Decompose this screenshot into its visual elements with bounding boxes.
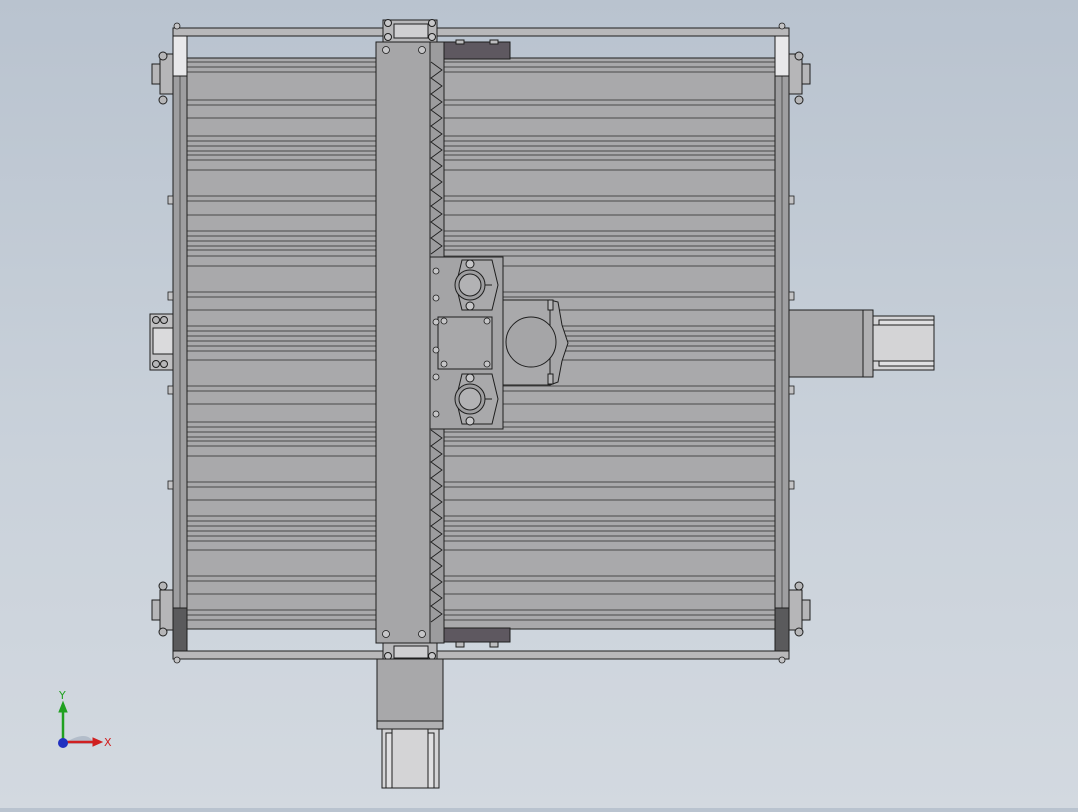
x-axis-motor	[376, 658, 444, 789]
cad-viewport[interactable]: Y X	[0, 0, 1078, 808]
spindle-clamp	[502, 299, 569, 386]
linear-bearing-lower	[454, 373, 499, 426]
y-axis-motor	[788, 309, 935, 378]
linear-bearing-upper	[454, 259, 499, 311]
triad-y-label: Y	[58, 689, 66, 702]
triad-x-label: X	[104, 736, 112, 749]
left-end-hardware	[149, 51, 174, 637]
cnc-router-top-view: Y X	[58, 19, 935, 789]
coordinate-triad: Y X	[58, 689, 112, 749]
